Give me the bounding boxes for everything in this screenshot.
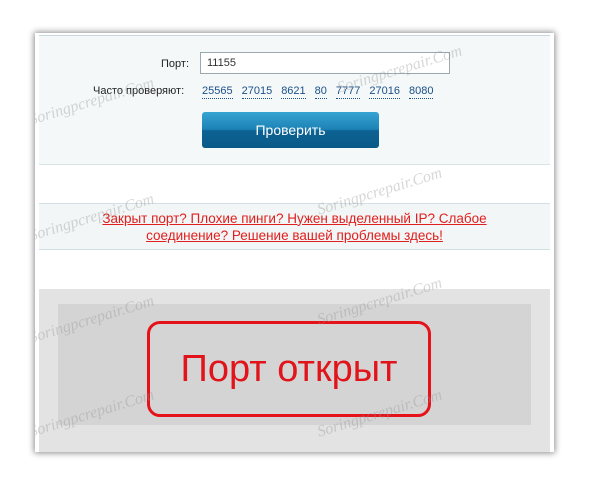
promo-banner: Закрыт порт? Плохие пинги? Нужен выделен… xyxy=(39,203,550,250)
port-check-form: Порт: Часто проверяют: 25565 27015 8621 … xyxy=(39,35,550,165)
frequent-port-link[interactable]: 27015 xyxy=(241,85,273,99)
frequent-ports-label: Часто проверяют: xyxy=(93,85,185,97)
frequent-port-link[interactable]: 7777 xyxy=(335,85,361,99)
frequent-port-link[interactable]: 80 xyxy=(314,85,327,99)
port-check-panel: Порт: Часто проверяют: 25565 27015 8621 … xyxy=(35,33,554,452)
check-port-button[interactable]: Проверить xyxy=(202,112,379,148)
port-status-message: Порт открыт xyxy=(147,321,431,417)
promo-link[interactable]: Закрыт порт? Плохие пинги? Нужен выделен… xyxy=(95,210,495,244)
frequent-port-link[interactable]: 8080 xyxy=(409,85,434,99)
frequent-port-link[interactable]: 25565 xyxy=(202,85,233,99)
frequent-port-link[interactable]: 8621 xyxy=(281,85,306,99)
port-label: Порт: xyxy=(161,58,189,70)
frequent-ports-list: 25565 27015 8621 80 7777 27016 8080 xyxy=(202,85,434,99)
port-input[interactable] xyxy=(200,52,450,74)
frequent-port-link[interactable]: 27016 xyxy=(369,85,400,99)
